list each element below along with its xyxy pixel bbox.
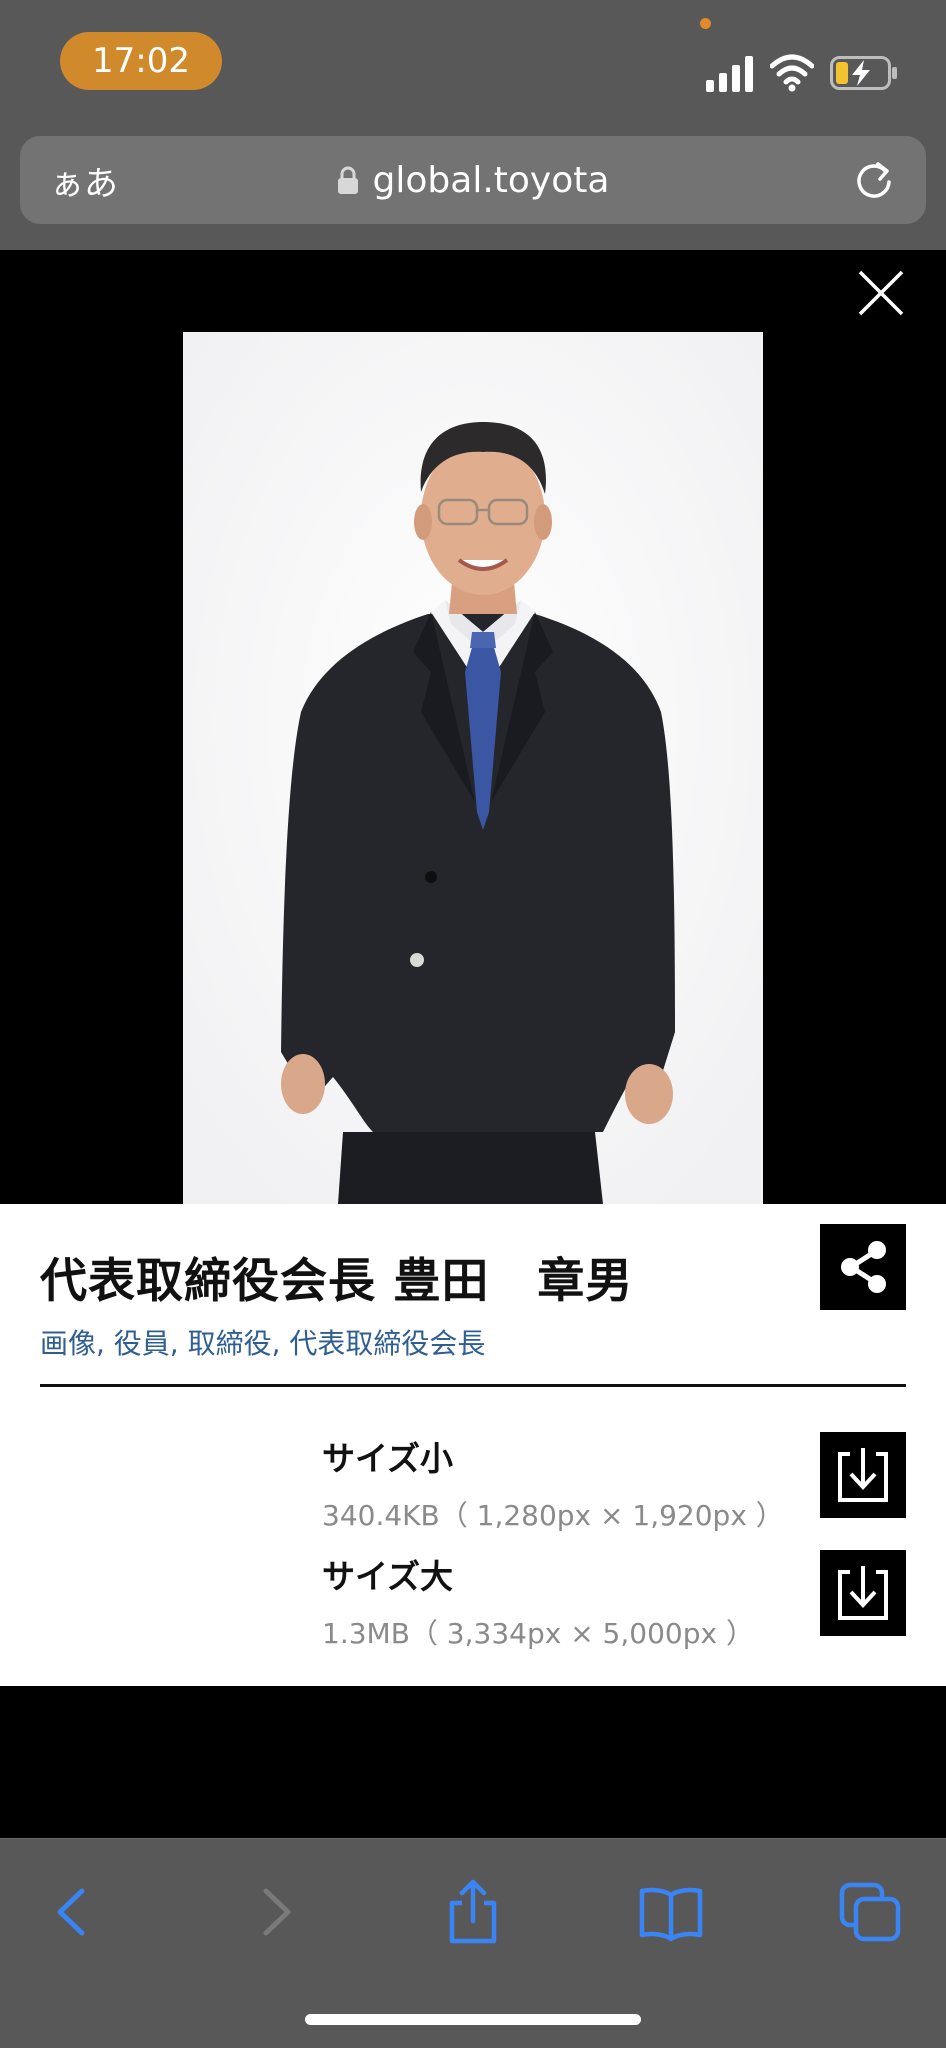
tabs-icon[interactable] xyxy=(836,1877,906,1947)
viewer-background xyxy=(0,1686,946,1838)
status-time: 17:02 xyxy=(60,32,222,90)
page-title: 代表取締役会長 豊田 章男 xyxy=(40,1254,634,1309)
image-info-card: 代表取締役会長 豊田 章男 画像, 役員, 取締役, 代表取締役会長 サイズ小 … xyxy=(0,1204,946,1686)
download-size-label: サイズ大 xyxy=(322,1557,454,1596)
back-icon[interactable] xyxy=(38,1877,108,1947)
download-item-large: サイズ大 1.3MB（ 3,334px × 5,000px ） xyxy=(322,1550,754,1652)
share-button[interactable] xyxy=(820,1224,906,1310)
download-small-button[interactable] xyxy=(820,1432,906,1518)
close-icon[interactable] xyxy=(856,268,906,318)
divider xyxy=(40,1384,906,1387)
browser-toolbar xyxy=(0,1838,946,2048)
portrait-photo xyxy=(183,332,763,1204)
battery-charging-icon xyxy=(830,56,897,90)
address-bar[interactable]: ぁあ global.toyota xyxy=(20,136,926,224)
download-size-label: サイズ小 xyxy=(322,1439,454,1478)
url-text: global.toyota xyxy=(372,159,610,201)
tag-links[interactable]: 画像, 役員, 取締役, 代表取締役会長 xyxy=(40,1322,485,1362)
download-item-small: サイズ小 340.4KB（ 1,280px × 1,920px ） xyxy=(322,1432,784,1534)
reload-icon[interactable] xyxy=(852,158,896,202)
wifi-icon xyxy=(770,54,814,92)
download-file-info: 340.4KB（ 1,280px × 1,920px ） xyxy=(322,1499,784,1532)
bookmarks-icon[interactable] xyxy=(636,1877,706,1947)
lock-icon xyxy=(337,166,358,194)
share-icon[interactable] xyxy=(438,1877,508,1947)
share-icon xyxy=(841,1241,886,1293)
portrait-illustration xyxy=(183,332,763,1204)
privacy-indicator-dot xyxy=(700,18,711,29)
browser-chrome: 17:02 ぁあ global.toyota xyxy=(0,0,946,250)
forward-icon[interactable] xyxy=(240,1877,310,1947)
download-large-button[interactable] xyxy=(820,1550,906,1636)
download-icon xyxy=(838,1448,888,1502)
download-icon xyxy=(838,1566,888,1620)
home-indicator xyxy=(305,2014,641,2025)
download-file-info: 1.3MB（ 3,334px × 5,000px ） xyxy=(322,1617,754,1650)
cellular-signal-icon xyxy=(706,56,753,92)
url-field[interactable]: global.toyota xyxy=(20,136,926,224)
